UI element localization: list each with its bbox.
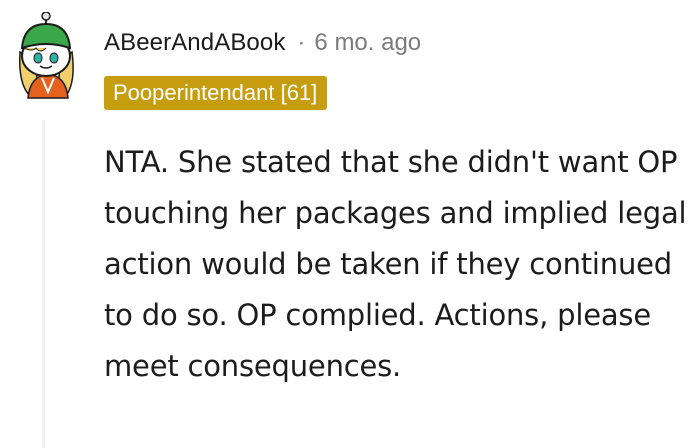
username-link[interactable]: ABeerAndABook: [104, 29, 285, 57]
timestamp[interactable]: 6 mo. ago: [314, 29, 421, 57]
avatar[interactable]: [12, 11, 84, 100]
comment-body: NTA. She stated that she didn't want OP …: [104, 145, 687, 383]
comment-meta: ABeerAndABook · 6 mo. ago: [104, 26, 421, 60]
thread-line[interactable]: [42, 120, 45, 448]
comment: ABeerAndABook · 6 mo. ago Pooperintendan…: [0, 0, 700, 448]
snoo-avatar-icon: [18, 11, 74, 99]
meta-separator: ·: [297, 29, 306, 56]
user-flair: Pooperintendant [61]: [104, 76, 328, 110]
